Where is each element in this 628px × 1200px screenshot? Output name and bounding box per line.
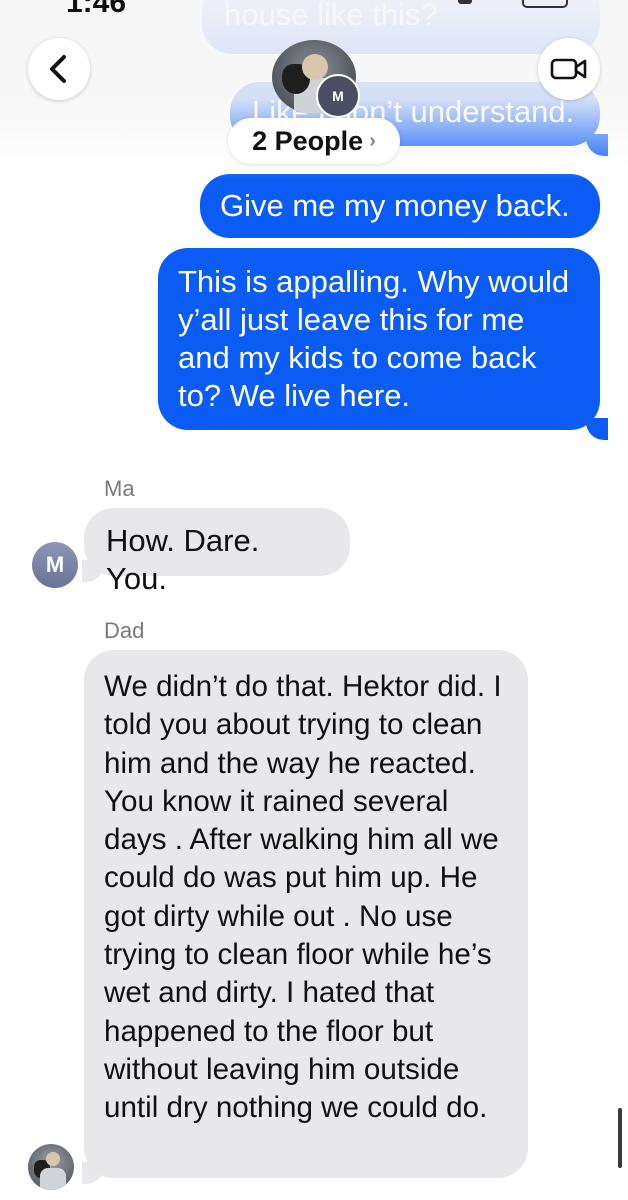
sender-name: Dad: [104, 618, 145, 643]
bubble-tail: [586, 418, 608, 440]
message-bubble-received[interactable]: We didn’t do that. Hektor did. I told yo…: [84, 650, 528, 1178]
avatar-initial-badge: M: [316, 74, 360, 118]
message-bubble-received[interactable]: How. Dare. You.: [84, 508, 350, 596]
chevron-right-icon: ›: [369, 129, 376, 152]
messages-screen: house like this? Like I don’t understand…: [0, 0, 628, 1200]
message-text: house like this?: [224, 0, 438, 32]
signal-icon: [458, 0, 472, 4]
message-text: This is appalling. Why would y’all just …: [178, 264, 570, 413]
sender-avatar[interactable]: M: [32, 542, 78, 588]
bubble-tail: [82, 1162, 104, 1184]
chevron-left-icon: [50, 55, 66, 83]
group-details-button[interactable]: 2 People ›: [228, 118, 400, 164]
message-text: How. Dare. You.: [106, 523, 260, 596]
back-button[interactable]: [28, 38, 90, 100]
group-avatar[interactable]: M: [272, 40, 360, 118]
sender-avatar[interactable]: [28, 1144, 74, 1190]
message-text: We didn’t do that. Hektor did. I told yo…: [104, 670, 502, 1125]
message-bubble-sent[interactable]: This is appalling. Why would y’all just …: [158, 248, 600, 430]
scroll-indicator[interactable]: [618, 1108, 622, 1168]
message-text: Give me my money back.: [220, 188, 570, 223]
status-time: 1:46: [66, 0, 127, 19]
message-bubble-sent[interactable]: house like this?: [202, 0, 600, 54]
people-count-label: 2 People: [252, 125, 364, 156]
message-bubble-sent[interactable]: Give me my money back.: [200, 174, 600, 238]
bubble-tail: [82, 560, 104, 582]
facetime-video-button[interactable]: [538, 38, 600, 100]
bubble-tail: [586, 134, 608, 156]
avatar-initial: M: [45, 552, 65, 577]
video-camera-icon: [550, 58, 587, 80]
sender-name: Ma: [104, 476, 135, 501]
battery-icon: [522, 0, 568, 8]
